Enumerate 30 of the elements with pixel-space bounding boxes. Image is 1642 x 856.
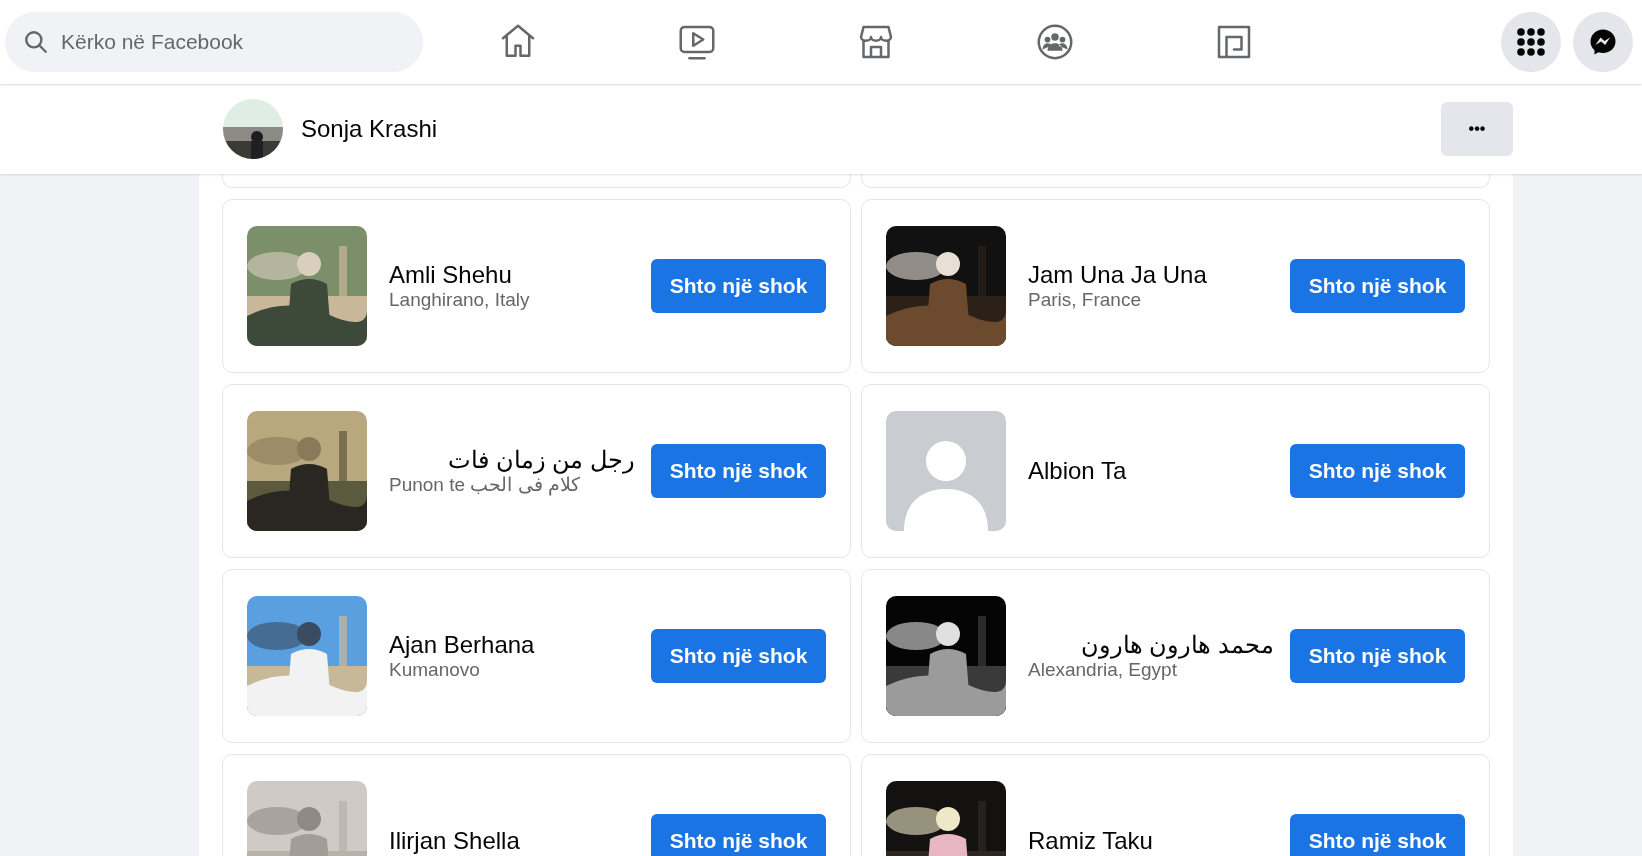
person-name[interactable]: Ajan Berhana (389, 631, 635, 659)
add-friend-button[interactable]: Shto një shok (1290, 629, 1465, 683)
more-button[interactable]: ••• (1441, 102, 1513, 156)
person-name[interactable]: Ilirjan Shella (389, 827, 635, 855)
default-avatar-icon (886, 411, 1006, 531)
menu-icon (1516, 27, 1546, 57)
add-friend-button[interactable]: Shto një shok (651, 629, 826, 683)
person-name[interactable]: Amli Shehu (389, 261, 635, 289)
messenger-button[interactable] (1573, 12, 1633, 72)
person-name[interactable]: Jam Una Ja Una (1028, 261, 1274, 289)
messenger-icon (1589, 28, 1617, 56)
person-detail: Kumanovo (389, 659, 481, 681)
person-detail: Punon te كلام فى الحب (389, 474, 581, 496)
person-name[interactable]: رجل من زمان فات (389, 446, 635, 474)
person-detail: Langhirano, Italy (389, 289, 531, 311)
add-friend-button[interactable]: Shto një shok (1290, 444, 1465, 498)
search-icon (23, 29, 49, 55)
profile-name: Sonja Krashi (301, 114, 438, 144)
search-field[interactable]: Kërko në Facebook (5, 12, 423, 72)
person-detail: Alexandria, Egypt (1028, 659, 1178, 681)
person-name[interactable]: Albion Ta (1028, 457, 1274, 485)
profile-avatar[interactable] (223, 99, 283, 159)
person-name[interactable]: Ramiz Taku (1028, 827, 1274, 855)
add-friend-button[interactable]: Shto një shok (651, 444, 826, 498)
add-friend-button[interactable]: Shto një shok (651, 259, 826, 313)
add-friend-button[interactable]: Shto një shok (651, 814, 826, 856)
add-friend-button[interactable]: Shto një shok (1290, 259, 1465, 313)
person-detail: Paris, France (1028, 289, 1142, 311)
person-name[interactable]: محمد هارون هارون (1028, 631, 1274, 659)
add-friend-button[interactable]: Shto një shok (1290, 814, 1465, 856)
